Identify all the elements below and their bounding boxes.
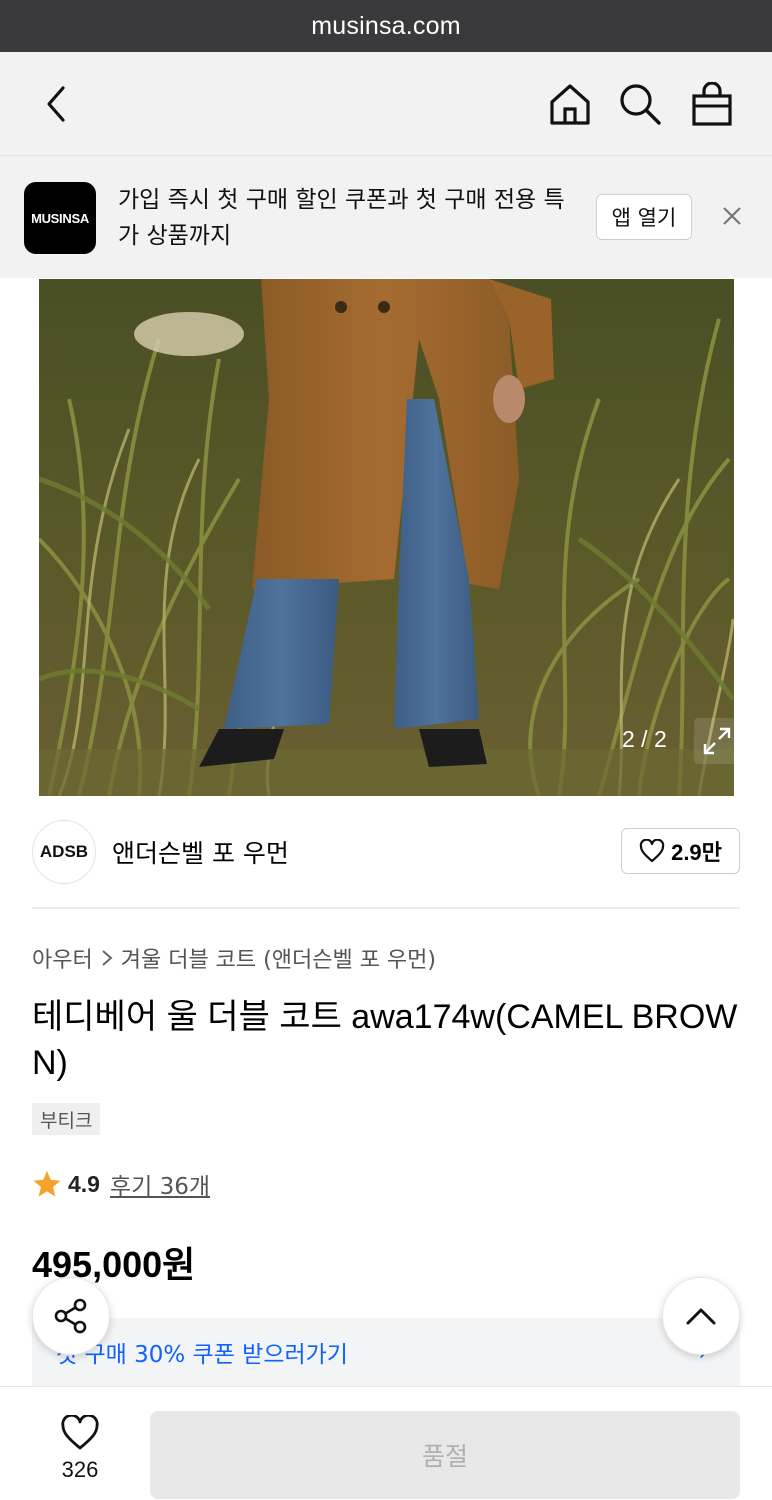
wishlist-button[interactable]: 326 bbox=[40, 1415, 120, 1483]
coupon-banner[interactable]: 첫 구매 30% 쿠폰 받으러가기 › bbox=[32, 1318, 740, 1386]
home-button[interactable] bbox=[544, 78, 596, 130]
brand-row: ADSB 앤더슨벨 포 우먼 2.9만 bbox=[32, 820, 740, 884]
expand-icon bbox=[703, 727, 731, 755]
home-icon bbox=[550, 84, 590, 125]
breadcrumb-category[interactable]: 아우터 bbox=[32, 942, 93, 974]
rating-score: 4.9 bbox=[68, 1170, 100, 1197]
product-image[interactable] bbox=[39, 279, 734, 796]
banner-close-button[interactable] bbox=[716, 200, 748, 232]
review-count-link[interactable]: 후기 36개 bbox=[110, 1167, 210, 1201]
wishlist-count: 326 bbox=[61, 1457, 99, 1482]
breadcrumb-subcategory[interactable]: 겨울 더블 코트 (앤더슨벨 포 우먼) bbox=[121, 942, 436, 974]
chevron-up-icon bbox=[686, 1308, 716, 1325]
back-chevron-icon bbox=[47, 86, 65, 122]
heart-icon bbox=[639, 839, 665, 863]
musinsa-logo: MUSINSA bbox=[24, 182, 96, 254]
product-photo-illustration bbox=[39, 279, 734, 796]
share-icon bbox=[54, 1298, 87, 1334]
browser-url-bar[interactable]: musinsa.com bbox=[0, 0, 772, 52]
star-icon bbox=[33, 1170, 61, 1197]
product-title: 테디베어 울 더블 코트 awa174w(CAMEL BROWN) bbox=[32, 998, 738, 1082]
scroll-top-button[interactable] bbox=[662, 1277, 740, 1355]
sold-out-button[interactable]: 품절 bbox=[150, 1411, 740, 1499]
heart-icon bbox=[61, 1415, 99, 1450]
divider bbox=[32, 907, 740, 909]
url-text: musinsa.com bbox=[311, 11, 461, 40]
cart-button[interactable] bbox=[686, 78, 738, 130]
brand-name[interactable]: 앤더슨벨 포 우먼 bbox=[112, 834, 289, 870]
brand-like-button[interactable]: 2.9만 bbox=[621, 828, 740, 874]
search-button[interactable] bbox=[614, 78, 666, 130]
app-header bbox=[0, 52, 772, 156]
shopping-bag-icon bbox=[692, 82, 732, 126]
chevron-right-icon bbox=[102, 950, 113, 966]
expand-image-button[interactable] bbox=[694, 718, 740, 764]
product-rating: 4.9 후기 36개 bbox=[32, 1167, 210, 1201]
product-tag: 부티크 bbox=[32, 1103, 101, 1135]
open-app-button[interactable]: 앱 열기 bbox=[596, 194, 692, 240]
share-button[interactable] bbox=[32, 1277, 110, 1355]
banner-message: 가입 즉시 첫 구매 할인 쿠폰과 첫 구매 전용 특가 상품까지 bbox=[118, 187, 565, 249]
brand-like-count: 2.9만 bbox=[671, 840, 722, 865]
brand-logo[interactable]: ADSB bbox=[32, 820, 96, 884]
back-button[interactable] bbox=[30, 78, 82, 130]
search-icon bbox=[620, 84, 661, 125]
bottom-action-bar: 326 품절 bbox=[0, 1386, 772, 1500]
gallery-page-indicator: 2 / 2 bbox=[622, 726, 667, 752]
breadcrumb: 아우터 겨울 더블 코트 (앤더슨벨 포 우먼) bbox=[32, 942, 436, 974]
close-icon bbox=[723, 207, 741, 225]
